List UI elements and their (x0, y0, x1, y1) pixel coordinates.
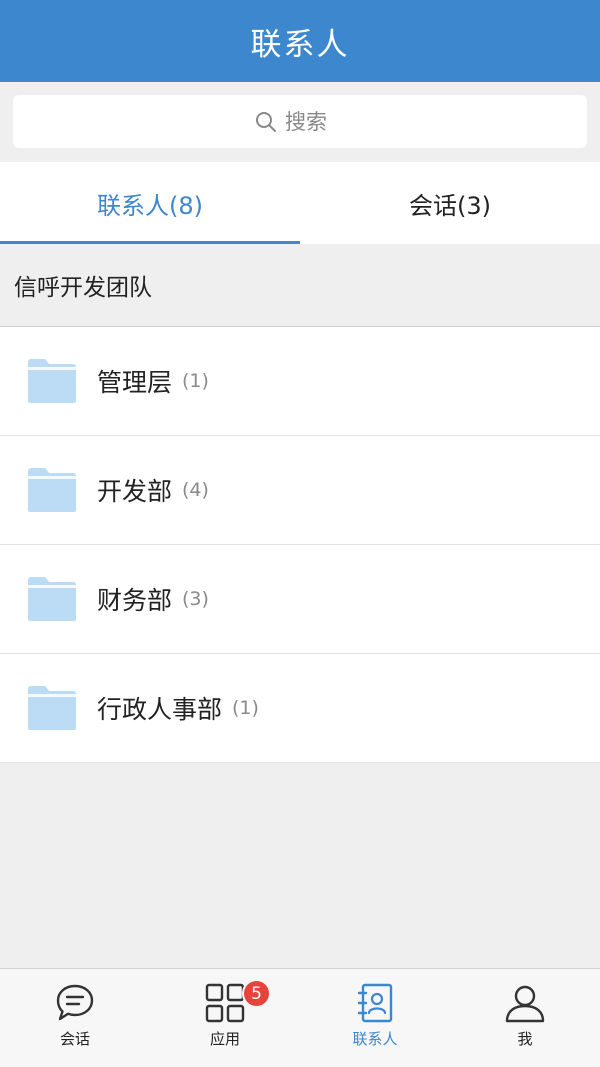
department-name: 管理层 (97, 368, 173, 397)
department-name: 开发部 (97, 477, 173, 506)
department-list: 管理层 (1) 开发部 (4) 财务部 (3) 行政人事部 (1) (0, 327, 600, 763)
notification-badge: 5 (242, 979, 271, 1008)
tab-conversations-label: 会话(3) (409, 191, 491, 220)
segment-tabs: 联系人(8) 会话(3) (0, 162, 600, 244)
tabbar-label: 我 (517, 1030, 533, 1048)
folder-icon (28, 468, 76, 512)
group-header[interactable]: 信呼开发团队 (0, 244, 600, 327)
search-box[interactable] (13, 95, 587, 148)
tab-contacts[interactable]: 联系人(8) (0, 162, 300, 244)
chat-bubble-icon (56, 984, 94, 1021)
tab-conversations[interactable]: 会话(3) (300, 162, 600, 244)
folder-icon (28, 577, 76, 621)
search-icon (256, 111, 276, 132)
user-icon (505, 985, 545, 1023)
folder-icon (28, 686, 76, 730)
department-name: 行政人事部 (97, 695, 223, 724)
grid-apps-icon (205, 983, 245, 1023)
search-bar (0, 82, 600, 162)
tabbar-label: 会话 (59, 1030, 90, 1048)
tabbar-label: 联系人 (352, 1030, 398, 1048)
department-count: (4) (182, 479, 209, 501)
tabbar-item-apps[interactable]: 5 应用 (150, 969, 300, 1067)
page-title: 联系人 (250, 26, 350, 63)
list-item[interactable]: 行政人事部 (1) (0, 654, 600, 763)
list-item[interactable]: 财务部 (3) (0, 545, 600, 654)
bottom-tab-bar: 会话 5 应用 联系人 我 (0, 968, 600, 1067)
department-count: (3) (182, 588, 209, 610)
tabbar-item-contacts[interactable]: 联系人 (300, 969, 450, 1067)
folder-icon (28, 359, 76, 403)
department-count: (1) (232, 697, 259, 719)
tabbar-label: 应用 (209, 1030, 240, 1048)
tab-contacts-label: 联系人(8) (97, 191, 203, 220)
tabbar-item-chat[interactable]: 会话 (0, 969, 150, 1067)
tabbar-item-me[interactable]: 我 (450, 969, 600, 1067)
group-title: 信呼开发团队 (14, 275, 152, 301)
contacts-book-icon (357, 983, 393, 1023)
department-name: 财务部 (97, 586, 173, 615)
search-input[interactable] (285, 109, 345, 134)
list-item[interactable]: 管理层 (1) (0, 327, 600, 436)
app-header: 联系人 (0, 0, 600, 82)
department-count: (1) (182, 370, 209, 392)
list-item[interactable]: 开发部 (4) (0, 436, 600, 545)
